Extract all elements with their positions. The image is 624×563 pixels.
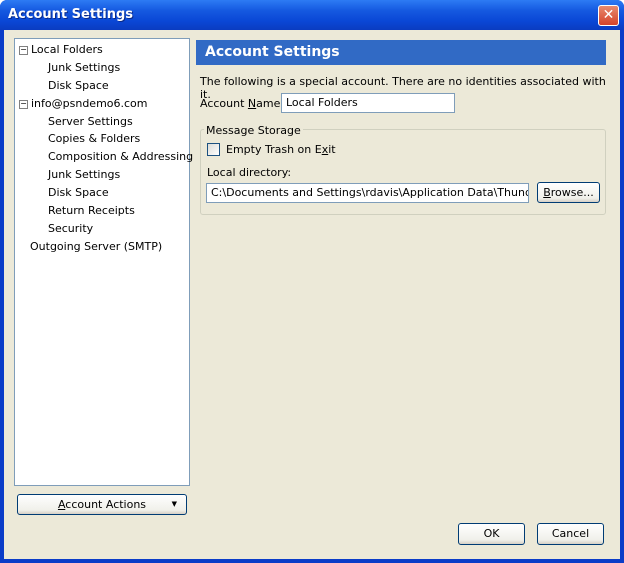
title-bar[interactable]: Account Settings ✕ xyxy=(0,0,624,30)
window-title: Account Settings xyxy=(8,7,134,22)
dialog-client-area: − Local Folders Junk Settings Disk Space − in… xyxy=(4,30,620,559)
account-actions-button[interactable]: Account Actions ▼ xyxy=(17,494,187,515)
tree-item-server-settings[interactable]: Server Settings xyxy=(15,113,189,131)
tree-item-disk-space[interactable]: Disk Space xyxy=(15,184,189,202)
tree-item-label: Junk Settings xyxy=(48,168,121,182)
account-name-field[interactable]: Local Folders xyxy=(281,93,455,113)
close-icon: ✕ xyxy=(602,7,615,23)
tree-item-label: Composition & Addressing xyxy=(48,150,194,164)
tree-item-label: Copies & Folders xyxy=(48,132,141,146)
empty-trash-checkbox[interactable] xyxy=(207,143,220,156)
account-tree[interactable]: − Local Folders Junk Settings Disk Space − in… xyxy=(14,38,193,486)
tree-item-composition-addressing[interactable]: Composition & Addressing xyxy=(15,148,193,166)
empty-trash-label[interactable]: Empty Trash on Exit xyxy=(226,143,336,156)
tree-item-label: info@psndemo6.com xyxy=(31,96,148,110)
dropdown-arrow-icon: ▼ xyxy=(171,500,177,508)
tree-item-info-psndemo6-com[interactable]: − info@psndemo6.com xyxy=(15,95,189,113)
cancel-button[interactable]: Cancel xyxy=(537,523,604,545)
account-name-label: Account Name: xyxy=(200,97,285,110)
panel-header: Account Settings xyxy=(196,40,606,65)
tree-item-copies-folders[interactable]: Copies & Folders xyxy=(15,130,189,148)
tree-item-label: Local Folders xyxy=(31,43,103,56)
tree-item-label: Disk Space xyxy=(48,186,109,200)
tree-item-security[interactable]: Security xyxy=(15,220,189,238)
close-button[interactable]: ✕ xyxy=(598,5,619,26)
tree-item-return-receipts[interactable]: Return Receipts xyxy=(15,202,189,220)
local-directory-field[interactable]: C:\Documents and Settings\rdavis\Applica… xyxy=(206,183,529,203)
browse-button[interactable]: Browse... xyxy=(537,182,600,203)
tree-item-disk-space[interactable]: Disk Space xyxy=(15,77,189,95)
tree-item-local-folders[interactable]: − Local Folders xyxy=(15,41,189,59)
local-directory-label: Local directory: xyxy=(207,166,292,179)
tree-item-label: Server Settings xyxy=(48,114,133,128)
tree-item-outgoing-server-smtp[interactable]: Outgoing Server (SMTP) xyxy=(15,238,189,256)
tree-item-junk-settings[interactable]: Junk Settings xyxy=(15,59,189,77)
tree-item-label: Outgoing Server (SMTP) xyxy=(30,239,163,253)
tree-item-label: Return Receipts xyxy=(48,204,135,218)
account-actions-label: ccount Actions xyxy=(65,498,147,511)
ok-button[interactable]: OK xyxy=(458,523,525,545)
tree-item-label: Security xyxy=(48,221,94,235)
collapse-icon[interactable]: − xyxy=(19,99,28,109)
settings-panel: Account Settings The following is a spec… xyxy=(196,38,612,486)
tree-item-label: Disk Space xyxy=(48,78,109,92)
account-settings-window: Account Settings ✕ − Local Folders Junk Se… xyxy=(0,0,624,563)
message-storage-title: Message Storage xyxy=(204,124,303,137)
tree-item-junk-settings[interactable]: Junk Settings xyxy=(15,166,189,184)
collapse-icon[interactable]: − xyxy=(19,46,28,55)
tree-item-label: Junk Settings xyxy=(48,60,121,74)
